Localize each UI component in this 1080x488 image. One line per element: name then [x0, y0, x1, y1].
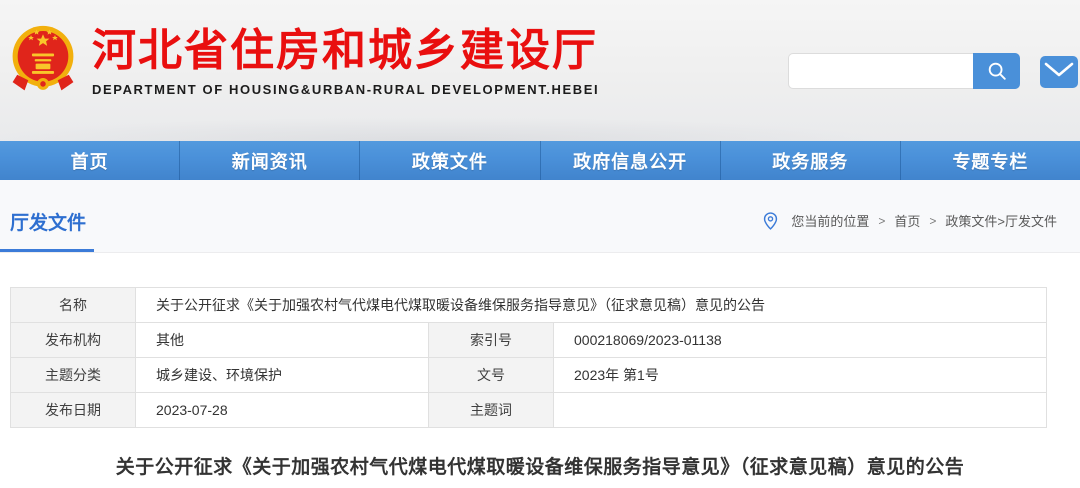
article-title: 关于公开征求《关于加强农村气代煤电代煤取暖设备维保服务指导意见》（征求意见稿）意… [0, 452, 1080, 479]
date-label: 发布日期 [11, 393, 136, 428]
breadcrumb-policy-dept-link[interactable]: 政策文件>厅发文件 [945, 211, 1057, 230]
mailbox-button[interactable] [1040, 56, 1078, 88]
index-label: 索引号 [429, 323, 554, 358]
search-input[interactable] [788, 53, 973, 89]
search-icon [986, 60, 1008, 82]
publisher-label: 发布机构 [11, 323, 136, 358]
docnum-value: 2023年 第1号 [554, 358, 1047, 393]
table-row-date-keywords: 发布日期 2023-07-28 主题词 [11, 393, 1047, 428]
docnum-label: 文号 [429, 358, 554, 393]
name-value: 关于公开征求《关于加强农村气代煤电代煤取暖设备维保服务指导意见》（征求意见稿）意… [136, 288, 1047, 323]
date-value: 2023-07-28 [136, 393, 429, 428]
nav-item-home[interactable]: 首页 [0, 141, 179, 180]
breadcrumb-location-label: 您当前的位置 [791, 211, 869, 230]
location-pin-icon [763, 212, 778, 230]
nav-item-news[interactable]: 新闻资讯 [179, 141, 359, 180]
table-row-category-docnum: 主题分类 城乡建设、环境保护 文号 2023年 第1号 [11, 358, 1047, 393]
breadcrumb-separator: > [929, 214, 936, 228]
main-nav: 首页 新闻资讯 政策文件 政府信息公开 政务服务 专题专栏 [0, 141, 1080, 180]
table-row-name: 名称 关于公开征求《关于加强农村气代煤电代煤取暖设备维保服务指导意见》（征求意见… [11, 288, 1047, 323]
site-title: 河北省住房和城乡建设厅 [92, 28, 599, 74]
national-emblem-icon [8, 22, 78, 98]
envelope-icon [1044, 61, 1074, 83]
breadcrumb-separator: > [878, 214, 885, 228]
index-value: 000218069/2023-01138 [554, 323, 1047, 358]
keywords-value [554, 393, 1047, 428]
page: 河北省住房和城乡建设厅 DEPARTMENT OF HOUSING&URBAN-… [0, 0, 1080, 488]
section-tab-dept-documents[interactable]: 厅发文件 [10, 208, 86, 235]
publisher-value: 其他 [136, 323, 429, 358]
site-header: 河北省住房和城乡建设厅 DEPARTMENT OF HOUSING&URBAN-… [0, 0, 1080, 141]
nav-item-policy[interactable]: 政策文件 [359, 141, 539, 180]
nav-item-gov-info[interactable]: 政府信息公开 [540, 141, 720, 180]
category-label: 主题分类 [11, 358, 136, 393]
nav-item-gov-service[interactable]: 政务服务 [720, 141, 900, 180]
search-button[interactable] [973, 53, 1020, 89]
search-group [788, 53, 1020, 89]
document-meta-table: 名称 关于公开征求《关于加强农村气代煤电代煤取暖设备维保服务指导意见》（征求意见… [10, 287, 1047, 428]
breadcrumb: 您当前的位置 > 首页 > 政策文件>厅发文件 [763, 211, 1057, 230]
nav-item-special[interactable]: 专题专栏 [900, 141, 1080, 180]
section-tab-underline [0, 249, 94, 252]
name-label: 名称 [11, 288, 136, 323]
site-title-block: 河北省住房和城乡建设厅 DEPARTMENT OF HOUSING&URBAN-… [92, 22, 599, 97]
breadcrumb-strip: 厅发文件 您当前的位置 > 首页 > 政策文件>厅发文件 [0, 180, 1080, 253]
site-logo[interactable]: 河北省住房和城乡建设厅 DEPARTMENT OF HOUSING&URBAN-… [8, 22, 599, 98]
breadcrumb-home-link[interactable]: 首页 [894, 211, 920, 230]
keywords-label: 主题词 [429, 393, 554, 428]
site-subtitle: DEPARTMENT OF HOUSING&URBAN-RURAL DEVELO… [92, 82, 599, 97]
table-row-publisher-index: 发布机构 其他 索引号 000218069/2023-01138 [11, 323, 1047, 358]
category-value: 城乡建设、环境保护 [136, 358, 429, 393]
